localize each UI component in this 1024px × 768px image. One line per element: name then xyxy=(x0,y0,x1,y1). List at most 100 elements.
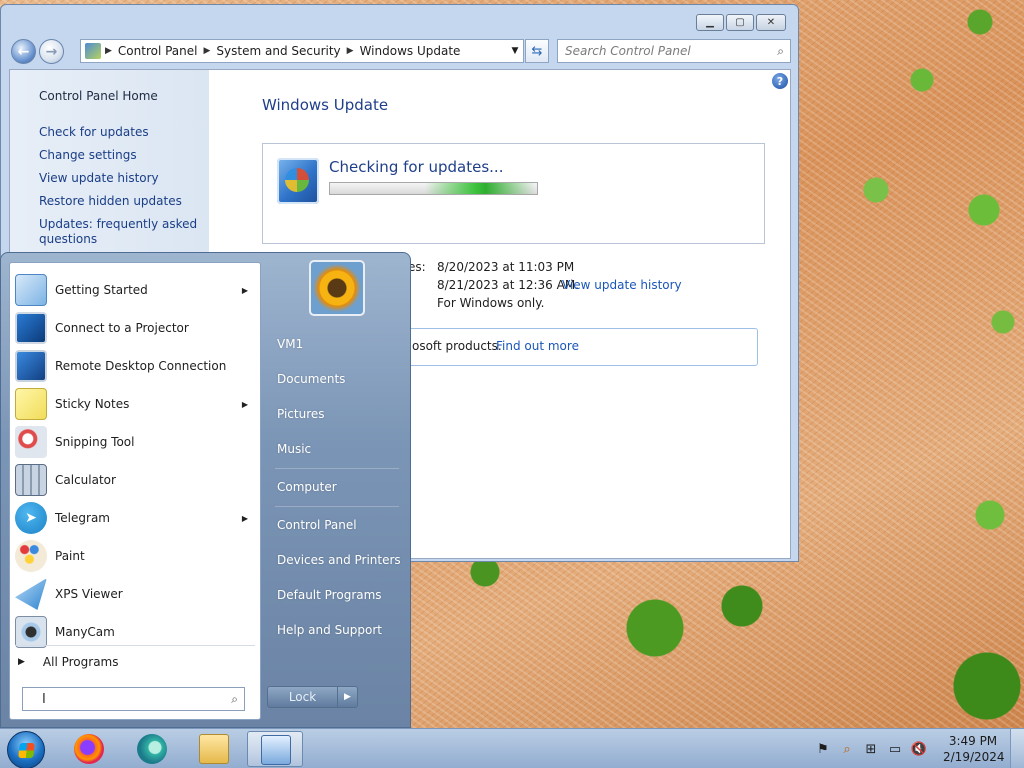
start-menu: Getting Started ▶ Connect to a Projector… xyxy=(0,252,411,728)
folder-icon xyxy=(199,734,229,764)
paint-icon xyxy=(15,540,47,572)
sticky-notes-icon xyxy=(15,388,47,420)
program-snipping-tool[interactable]: Snipping Tool xyxy=(12,424,258,460)
telegram-icon: ➤ xyxy=(15,502,47,534)
close-button[interactable]: ✕ xyxy=(756,14,786,31)
back-button[interactable]: ← xyxy=(11,39,36,64)
info-installed: 8/21/2023 at 12:36 AM. xyxy=(437,278,579,292)
calculator-icon xyxy=(15,464,47,496)
maximize-button[interactable]: ▢ xyxy=(726,14,754,31)
link-check-for-updates[interactable]: Check for updates xyxy=(39,125,149,140)
shutdown-options-button[interactable]: ▶ xyxy=(337,686,358,708)
control-panel-icon xyxy=(85,43,101,59)
lock-button[interactable]: Lock xyxy=(267,686,338,708)
breadcrumb-system-security[interactable]: System and Security xyxy=(210,44,346,58)
separator xyxy=(275,506,399,507)
program-sticky-notes[interactable]: Sticky Notes ▶ xyxy=(12,386,258,422)
network-icon[interactable]: ⊞ xyxy=(863,741,879,757)
link-computer[interactable]: Computer xyxy=(277,480,337,494)
separator xyxy=(15,645,255,646)
chevron-right-icon[interactable]: ▶ xyxy=(105,46,112,56)
program-paint[interactable]: Paint xyxy=(12,538,258,574)
link-control-panel[interactable]: Control Panel xyxy=(277,518,357,532)
link-restore-hidden-updates[interactable]: Restore hidden updates xyxy=(39,194,182,209)
programs-list: Getting Started ▶ Connect to a Projector… xyxy=(9,262,261,720)
chevron-right-icon: ▶ xyxy=(241,399,248,409)
program-xps-viewer[interactable]: XPS Viewer xyxy=(12,576,258,612)
program-getting-started[interactable]: Getting Started ▶ xyxy=(12,272,258,308)
program-remote-desktop[interactable]: Remote Desktop Connection xyxy=(12,348,258,384)
control-panel-icon xyxy=(261,735,291,765)
program-label: Snipping Tool xyxy=(55,435,135,449)
magnifier-icon[interactable]: ⌕ xyxy=(839,741,855,757)
link-default-programs[interactable]: Default Programs xyxy=(277,588,382,602)
projector-icon xyxy=(15,312,47,344)
start-search-input[interactable]: I ⌕ xyxy=(22,687,245,711)
checking-status-text: Checking for updates... xyxy=(329,158,504,176)
link-pictures[interactable]: Pictures xyxy=(277,407,325,421)
link-faq-line1[interactable]: Updates: frequently asked xyxy=(39,217,197,232)
info-receive: For Windows only. xyxy=(437,296,545,310)
program-label: XPS Viewer xyxy=(55,587,123,601)
start-right-column: VM1 Documents Pictures Music Computer Co… xyxy=(269,253,412,729)
clock[interactable]: 3:49 PM 2/19/2024 xyxy=(943,733,1005,765)
caption-buttons: ▁ ▢ ✕ xyxy=(696,14,786,31)
chevron-right-icon[interactable]: ▶ xyxy=(347,46,354,56)
clock-time: 3:49 PM xyxy=(948,734,998,748)
taskbar-explorer[interactable] xyxy=(186,731,242,767)
program-connect-projector[interactable]: Connect to a Projector xyxy=(12,310,258,346)
link-user-folder[interactable]: VM1 xyxy=(277,337,303,351)
link-control-panel-home[interactable]: Control Panel Home xyxy=(39,89,158,104)
getting-started-icon xyxy=(15,274,47,306)
chevron-right-icon: ▶ xyxy=(241,513,248,523)
remote-desktop-icon xyxy=(15,350,47,382)
link-help-support[interactable]: Help and Support xyxy=(277,623,382,637)
help-icon[interactable]: ? xyxy=(772,73,788,89)
minimize-button[interactable]: ▁ xyxy=(696,14,724,31)
search-input[interactable]: Search Control Panel ⌕ xyxy=(557,39,791,63)
link-change-settings[interactable]: Change settings xyxy=(39,148,137,163)
taskbar: ⚑ ⌕ ⊞ ▭ 🔇 3:49 PM 2/19/2024 xyxy=(0,728,1024,768)
address-bar[interactable]: ▶ Control Panel ▶ System and Security ▶ … xyxy=(80,39,524,63)
taskbar-control-panel[interactable] xyxy=(247,731,303,767)
display-icon[interactable]: ▭ xyxy=(887,741,903,757)
volume-muted-icon[interactable]: 🔇 xyxy=(911,741,927,757)
user-picture[interactable] xyxy=(309,260,365,316)
program-label: ManyCam xyxy=(55,625,115,639)
flag-icon[interactable]: ⚑ xyxy=(815,741,831,757)
link-music[interactable]: Music xyxy=(277,442,311,456)
link-view-update-history[interactable]: View update history xyxy=(39,171,159,186)
forward-button[interactable]: → xyxy=(39,39,64,64)
chevron-down-icon[interactable]: ▼ xyxy=(507,46,523,56)
separator xyxy=(275,468,399,469)
program-label: Getting Started xyxy=(55,283,148,297)
program-label: Remote Desktop Connection xyxy=(55,359,227,373)
page-title: Windows Update xyxy=(262,96,389,114)
notification-area: ⚑ ⌕ ⊞ ▭ 🔇 xyxy=(815,741,927,757)
all-programs-button[interactable]: ▶ All Programs xyxy=(18,655,119,669)
program-label: Telegram xyxy=(55,511,110,525)
info-recent-check: 8/20/2023 at 11:03 PM xyxy=(437,260,575,274)
search-placeholder: Search Control Panel xyxy=(565,44,691,58)
all-programs-label: All Programs xyxy=(42,655,119,669)
start-button[interactable] xyxy=(7,731,45,768)
taskbar-edge[interactable] xyxy=(124,731,180,767)
xps-viewer-icon xyxy=(15,578,47,610)
search-icon[interactable]: ⌕ xyxy=(231,692,238,707)
link-documents[interactable]: Documents xyxy=(277,372,345,386)
program-telegram[interactable]: ➤ Telegram ▶ xyxy=(12,500,258,536)
link-faq-line2[interactable]: questions xyxy=(39,232,97,247)
refresh-button[interactable]: ⇆ xyxy=(525,39,549,63)
show-desktop-button[interactable] xyxy=(1010,729,1024,768)
breadcrumb-control-panel[interactable]: Control Panel xyxy=(112,44,204,58)
find-out-more-link[interactable]: Find out more xyxy=(496,339,579,353)
chevron-right-icon[interactable]: ▶ xyxy=(204,46,211,56)
search-icon[interactable]: ⌕ xyxy=(777,44,784,59)
taskbar-firefox[interactable] xyxy=(61,731,117,767)
link-devices-printers[interactable]: Devices and Printers xyxy=(277,553,401,567)
breadcrumb-windows-update[interactable]: Windows Update xyxy=(354,44,467,58)
text-cursor-icon: I xyxy=(42,692,46,707)
progress-bar xyxy=(329,182,538,195)
view-update-history-link[interactable]: View update history xyxy=(562,278,682,292)
program-calculator[interactable]: Calculator xyxy=(12,462,258,498)
